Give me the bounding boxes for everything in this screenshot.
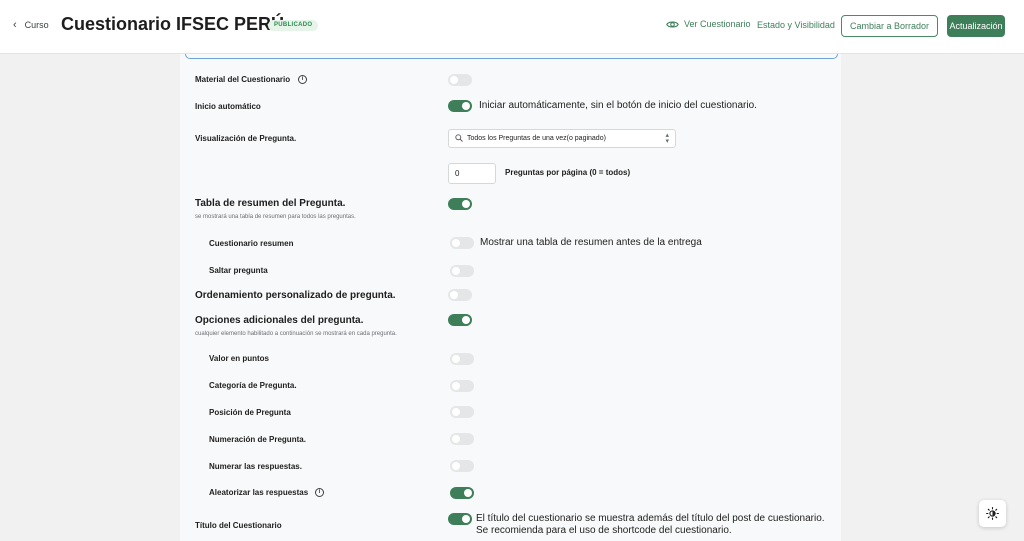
points-label: Valor en puntos [209, 354, 270, 363]
randomize-label: Aleatorizar las respuestas [209, 488, 309, 497]
view-quiz-link[interactable]: Ver Cuestionario [666, 19, 751, 29]
quiz-summary-toggle[interactable] [450, 237, 474, 249]
position-toggle[interactable] [450, 406, 474, 418]
points-toggle[interactable] [450, 353, 474, 365]
search-icon [455, 134, 463, 142]
info-icon[interactable]: i [298, 75, 307, 84]
status-visibility-link[interactable]: Estado y Visibilidad [757, 20, 835, 30]
view-quiz-label: Ver Cuestionario [684, 19, 751, 29]
quiz-title-label: Título del Cuestionario [195, 521, 282, 530]
sun-icon [986, 507, 999, 520]
material-toggle[interactable] [448, 74, 472, 86]
extra-options-toggle[interactable] [448, 314, 472, 326]
display-select[interactable]: Todos los Preguntas de una vez(o paginad… [448, 129, 676, 148]
randomize-toggle[interactable] [450, 487, 474, 499]
quiz-title-text-line1: El título del cuestionario se muestra ad… [476, 513, 825, 524]
custom-order-toggle[interactable] [448, 289, 472, 301]
numbering-toggle[interactable] [450, 433, 474, 445]
answer-numbering-toggle[interactable] [450, 460, 474, 472]
position-label: Posición de Pregunta [209, 408, 291, 417]
status-badge: PUBLICADO [268, 20, 319, 31]
category-label: Categoría de Pregunta. [209, 381, 297, 390]
quiz-title-text-line2: Se recomienda para el uso de shortcode d… [476, 525, 732, 536]
extra-options-desc: cualquier elemento habilitado a continua… [195, 331, 397, 337]
autostart-text: Iniciar automáticamente, sin el botón de… [479, 100, 757, 111]
page-title: Cuestionario IFSEC PERÚ [61, 14, 285, 34]
autostart-label: Inicio automático [195, 102, 261, 111]
chevron-left-icon: ‹ [13, 19, 17, 31]
update-button[interactable]: Actualización [947, 15, 1005, 37]
display-label: Visualización de Pregunta. [195, 134, 297, 143]
numbering-label: Numeración de Pregunta. [209, 435, 306, 444]
info-icon[interactable]: i [315, 488, 324, 497]
answer-numbering-label: Numerar las respuestas. [209, 462, 302, 471]
updown-caret-icon: ▴ ▾ [665, 132, 669, 145]
per-page-label: Preguntas por página (0 = todos) [505, 168, 631, 177]
back-label: Curso [24, 20, 49, 30]
focused-field-edge [185, 54, 838, 59]
category-toggle[interactable] [450, 380, 474, 392]
extra-options-label: Opciones adicionales del pregunta. [195, 315, 364, 326]
eye-icon [666, 20, 679, 28]
switch-to-draft-button[interactable]: Cambiar a Borrador [841, 15, 938, 37]
summary-table-label: Tabla de resumen del Pregunta. [195, 198, 346, 209]
summary-table-toggle[interactable] [448, 198, 472, 210]
quiz-title-toggle[interactable] [448, 513, 472, 525]
quiz-summary-text: Mostrar una tabla de resumen antes de la… [480, 237, 702, 248]
display-select-value: Todos los Preguntas de una vez(o paginad… [467, 135, 606, 142]
skip-question-label: Saltar pregunta [209, 266, 268, 275]
custom-order-label: Ordenamiento personalizado de pregunta. [195, 290, 396, 301]
material-label: Material del Cuestionario [195, 75, 291, 84]
theme-toggle-button[interactable] [979, 500, 1006, 527]
per-page-input[interactable]: 0 [448, 163, 496, 184]
back-button[interactable]: ‹ Curso [13, 19, 49, 31]
autostart-toggle[interactable] [448, 100, 472, 112]
top-bar: ‹ Curso Cuestionario IFSEC PERÚ PUBLICAD… [0, 0, 1024, 54]
quiz-summary-label: Cuestionario resumen [209, 239, 294, 248]
summary-table-desc: se mostrará una tabla de resumen para to… [195, 214, 356, 220]
skip-question-toggle[interactable] [450, 265, 474, 277]
